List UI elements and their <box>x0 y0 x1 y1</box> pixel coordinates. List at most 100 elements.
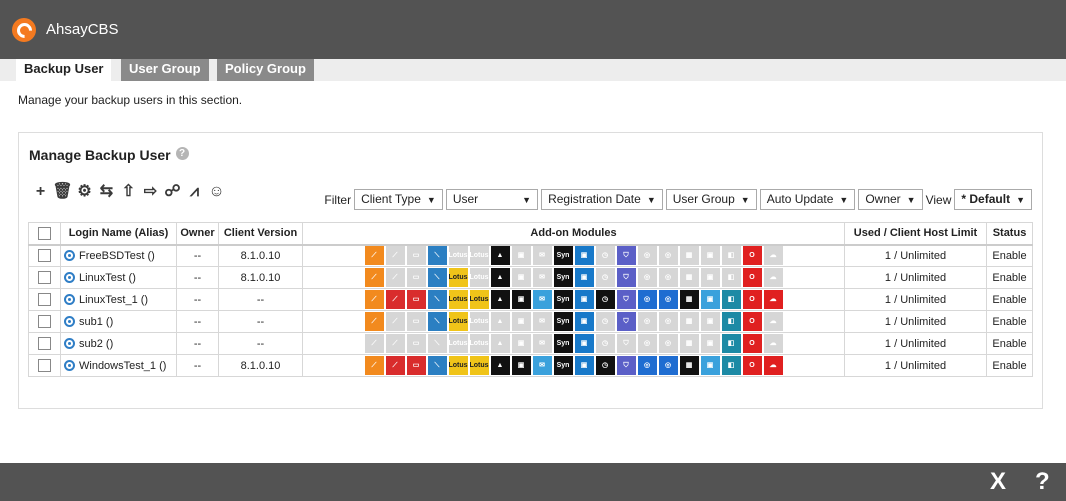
owner-cell: -- <box>176 288 219 311</box>
add-on-modules-cell: ⟋ ⟋ ▭ ⟍ Lotus Lotus ▲ ▣ ✉ Syn ▣ ◷ ⛉ ◎ ◎ ▦ ▣ ◧ O ☁ <box>302 288 845 311</box>
filter-label: Filter <box>324 192 352 207</box>
schedule-icon: ◷ <box>595 246 615 266</box>
chart-icon[interactable]: ⩘ <box>184 182 205 202</box>
tab-backup-user[interactable]: Backup User <box>16 59 112 81</box>
user-info-icon[interactable] <box>64 250 75 262</box>
help-button[interactable]: ? <box>1035 466 1050 498</box>
table-row[interactable]: LinuxTest () -- 8.1.0.10 ⟋ ⟋ ▭ ⟍ Lotus Lotus ▲ ▣ ✉ S… <box>28 266 1033 289</box>
mssql-icon: ⟍ <box>427 312 447 331</box>
upload-icon[interactable]: ⇧ <box>118 182 139 202</box>
user-info-icon[interactable] <box>64 360 75 372</box>
hyperv-icon: ◎ <box>637 246 657 266</box>
user-settings-icon[interactable]: ⚙ <box>74 182 95 202</box>
sharepoint-icon: ▣ <box>700 290 720 309</box>
close-button[interactable]: X <box>990 466 1006 498</box>
continuous-backup-icon: ⟋ <box>364 246 384 266</box>
row-checkbox[interactable] <box>38 271 51 284</box>
help-icon[interactable]: ? <box>175 147 189 160</box>
add-on-modules-cell: ⟋ ⟋ ▭ ⟍ Lotus Lotus ▲ ▣ ✉ Syn ▣ ◷ ⛉ ◎ ◎ ▦ ▣ ◧ O ☁ <box>302 354 845 377</box>
shield-icon: ⛉ <box>616 290 636 309</box>
cloud-icon: ☁ <box>763 334 783 353</box>
status-cell: Enable <box>986 332 1033 355</box>
vmware-icon: ◎ <box>658 268 678 287</box>
tab-user-group[interactable]: User Group <box>121 59 209 81</box>
module-list: ⟋ ⟋ ▭ ⟍ Lotus Lotus ▲ ▣ ✉ Syn ▣ ◷ ⛉ ◎ ◎ ▦ ▣ ◧ O ☁ <box>306 246 841 266</box>
cdp-icon: ⟋ <box>385 268 405 287</box>
user-info-icon[interactable] <box>64 294 75 306</box>
row-select-cell <box>28 244 61 267</box>
add-icon[interactable]: + <box>30 182 51 202</box>
login-name[interactable]: FreeBSDTest () <box>79 250 155 262</box>
continuous-backup-icon: ⟋ <box>364 356 384 375</box>
table-row[interactable]: LinuxTest_1 () -- -- ⟋ ⟋ ▭ ⟍ Lotus Lotus ▲ ▣ ✉ Syn ▣ ◷… <box>28 288 1033 311</box>
registration-date-select[interactable]: Registration Date ▼ <box>541 189 663 210</box>
login-name[interactable]: LinuxTest_1 () <box>79 294 148 306</box>
used-limit-cell: 1 / Unlimited <box>844 244 987 267</box>
user-group-select[interactable]: User Group ▼ <box>665 189 757 210</box>
view-select[interactable]: * Default ▼ <box>954 189 1032 210</box>
office365-icon: ◧ <box>721 356 741 375</box>
col-owner[interactable]: Owner <box>176 222 219 246</box>
schedule-icon: ◷ <box>595 268 615 287</box>
windows-icon: ▦ <box>679 334 699 353</box>
login-name-cell[interactable]: FreeBSDTest () <box>60 244 177 267</box>
row-checkbox[interactable] <box>38 293 51 306</box>
user-move-icon[interactable]: ☍ <box>162 182 183 202</box>
login-name-cell[interactable]: WindowsTest_1 () <box>60 354 177 377</box>
sharepoint-icon: ▣ <box>700 356 720 375</box>
login-name[interactable]: LinuxTest () <box>79 272 136 284</box>
auto-update-select[interactable]: Auto Update ▼ <box>759 189 856 210</box>
user-select[interactable]: User ▼ <box>445 189 539 210</box>
page-description: Manage your backup users in this section… <box>18 93 243 107</box>
row-checkbox[interactable] <box>38 315 51 328</box>
client-version-cell: 8.1.0.10 <box>218 244 303 267</box>
synology-nas-icon: Syn <box>553 312 573 331</box>
user-info-icon[interactable] <box>64 338 75 350</box>
cloud-icon: ☁ <box>763 268 783 287</box>
table-row[interactable]: sub1 () -- -- ⟋ ⟋ ▭ ⟍ Lotus Lotus ▲ ▣ ✉ Syn ▣ ◷ ⛉ ◎ ◎ ▦ ▣ ◧ O… <box>28 310 1033 333</box>
login-name-cell[interactable]: sub1 () <box>60 310 177 333</box>
user-search-icon[interactable]: ☺ <box>206 182 227 202</box>
login-name-cell[interactable]: sub2 () <box>60 332 177 355</box>
tab-policy-group[interactable]: Policy Group <box>217 59 314 81</box>
lotus-domino-icon: Lotus <box>448 312 468 331</box>
col-login-name[interactable]: Login Name (Alias) <box>60 222 177 246</box>
row-checkbox[interactable] <box>38 359 51 372</box>
delete-icon[interactable]: 🗑 <box>52 182 73 202</box>
login-name[interactable]: sub1 () <box>79 316 113 328</box>
table-row[interactable]: FreeBSDTest () -- 8.1.0.10 ⟋ ⟋ ▭ ⟍ Lotus Lotus ▲ ▣… <box>28 244 1033 267</box>
office365-icon: ◧ <box>721 246 741 266</box>
row-checkbox[interactable] <box>38 337 51 350</box>
client-type-select[interactable]: Client Type ▼ <box>354 189 443 210</box>
table-row[interactable]: sub2 () -- -- ⟋ ⟋ ▭ ⟍ Lotus Lotus ▲ ▣ ✉ Syn ▣ ◷ ⛉ ◎ ◎ ▦ ▣ ◧ O… <box>28 332 1033 355</box>
tab-bar: Backup User User Group Policy Group <box>0 59 1066 81</box>
add-on-modules-cell: ⟋ ⟋ ▭ ⟍ Lotus Lotus ▲ ▣ ✉ Syn ▣ ◷ ⛉ ◎ ◎ ▦ ▣ ◧ O ☁ <box>302 310 845 333</box>
vmware-icon: ◎ <box>658 356 678 375</box>
lotus-notes-icon: Lotus <box>469 246 489 266</box>
col-used-limit[interactable]: Used / Client Host Limit <box>844 222 987 246</box>
user-info-icon[interactable] <box>64 272 75 284</box>
login-name-cell[interactable]: LinuxTest () <box>60 266 177 289</box>
sharepoint-icon: ▣ <box>700 312 720 331</box>
table-row[interactable]: WindowsTest_1 () -- 8.1.0.10 ⟋ ⟋ ▭ ⟍ Lotus Lotus… <box>28 354 1033 377</box>
col-status[interactable]: Status <box>986 222 1033 246</box>
row-checkbox[interactable] <box>38 249 51 263</box>
col-add-on-modules: Add-on Modules <box>302 222 845 246</box>
volume-shadow-icon: ▣ <box>511 246 531 266</box>
select-all-checkbox[interactable] <box>38 226 51 240</box>
owner-cell: -- <box>176 244 219 267</box>
filter-bar: Filter Client Type ▼ User ▼ Registration D… <box>324 189 1035 210</box>
lotus-notes-icon: Lotus <box>469 312 489 331</box>
synology-nas-icon: Syn <box>553 246 573 266</box>
user-info-icon[interactable] <box>64 316 75 328</box>
add-on-modules-cell: ⟋ ⟋ ▭ ⟍ Lotus Lotus ▲ ▣ ✉ Syn ▣ ◷ ⛉ ◎ ◎ ▦ ▣ ◧ O ☁ <box>302 332 845 355</box>
owner-select[interactable]: Owner ▼ <box>858 189 923 210</box>
login-name[interactable]: WindowsTest_1 () <box>79 360 166 372</box>
lotus-domino-icon: Lotus <box>448 334 468 353</box>
login-name-cell[interactable]: LinuxTest_1 () <box>60 288 177 311</box>
lotus-notes-icon: Lotus <box>469 356 489 375</box>
col-client-version[interactable]: Client Version <box>218 222 303 246</box>
export-icon[interactable]: ⇨ <box>140 182 161 202</box>
merge-icon[interactable]: ⇆ <box>96 182 117 202</box>
login-name[interactable]: sub2 () <box>79 338 113 350</box>
